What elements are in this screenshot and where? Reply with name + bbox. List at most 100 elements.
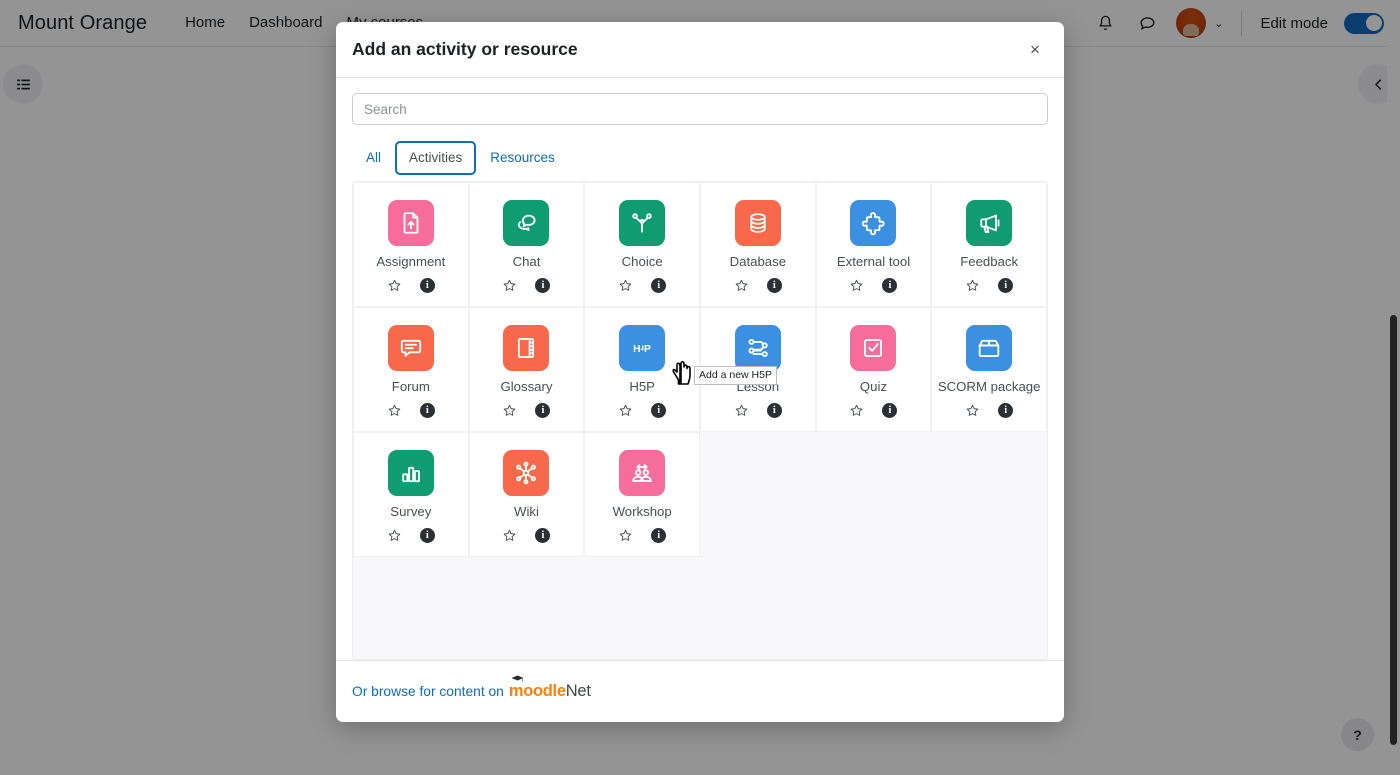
info-icon[interactable]: i bbox=[998, 402, 1014, 418]
tab-all[interactable]: All bbox=[352, 141, 395, 175]
activity-tile[interactable]: SCORM package i bbox=[931, 307, 1047, 432]
activity-tile-label: Quiz bbox=[859, 379, 888, 394]
activity-tile-actions: i bbox=[849, 402, 898, 418]
activity-tile-actions: i bbox=[965, 402, 1014, 418]
svg-text:H-P: H-P bbox=[633, 344, 651, 355]
star-icon[interactable] bbox=[502, 278, 517, 293]
activity-tile[interactable]: Wiki i bbox=[468, 432, 585, 557]
database-icon[interactable] bbox=[734, 200, 781, 246]
star-icon[interactable] bbox=[387, 528, 402, 543]
moodle-page: Mount Orange Home Dashboard My courses ⌄… bbox=[0, 0, 1400, 775]
star-icon[interactable] bbox=[965, 403, 980, 418]
tab-resources[interactable]: Resources bbox=[476, 141, 569, 175]
activity-tile-actions: i bbox=[965, 277, 1014, 293]
activity-tile[interactable]: Survey i bbox=[353, 432, 469, 557]
bar-chart-icon[interactable] bbox=[387, 450, 434, 496]
activity-tile[interactable]: Chat i bbox=[468, 182, 585, 307]
star-icon[interactable] bbox=[849, 278, 864, 293]
chat-icon[interactable] bbox=[503, 200, 550, 246]
activity-tile[interactable]: External tool i bbox=[815, 182, 932, 307]
choice-icon[interactable] bbox=[619, 200, 666, 246]
activity-tile-label: Glossary bbox=[500, 379, 553, 394]
activity-tile-actions: i bbox=[734, 402, 782, 418]
star-icon[interactable] bbox=[502, 528, 517, 543]
puzzle-icon[interactable] bbox=[850, 200, 897, 246]
activity-tile-actions: i bbox=[502, 277, 551, 293]
star-icon[interactable] bbox=[618, 403, 633, 418]
info-icon[interactable]: i bbox=[882, 277, 898, 293]
megaphone-icon[interactable] bbox=[966, 200, 1013, 246]
tooltip-add-new-h5p: Add a new H5P bbox=[694, 366, 777, 386]
activity-tile-label: Database bbox=[729, 254, 787, 269]
activity-tile[interactable]: Forum i bbox=[353, 307, 469, 432]
activity-tile-actions: i bbox=[387, 277, 435, 293]
star-icon[interactable] bbox=[734, 278, 749, 293]
assignment-icon[interactable] bbox=[387, 200, 434, 246]
activity-tile-actions: i bbox=[502, 527, 551, 543]
info-icon[interactable]: i bbox=[651, 527, 667, 543]
info-icon[interactable]: i bbox=[535, 527, 551, 543]
star-icon[interactable] bbox=[387, 278, 402, 293]
activity-tile-label: Choice bbox=[621, 254, 663, 269]
activity-tile-label: Feedback bbox=[960, 254, 1019, 269]
info-icon[interactable]: i bbox=[419, 527, 435, 543]
activity-tile[interactable]: Database i bbox=[699, 182, 816, 307]
moodlenet-logo: moodle Net bbox=[508, 675, 591, 701]
info-icon[interactable]: i bbox=[535, 277, 551, 293]
activity-tile-actions: i bbox=[849, 277, 898, 293]
star-icon[interactable] bbox=[849, 403, 864, 418]
activity-tile[interactable]: Assignment i bbox=[353, 182, 469, 307]
activity-tile-label: External tool bbox=[836, 254, 911, 269]
activity-tile[interactable]: Feedback i bbox=[931, 182, 1047, 307]
activity-tile[interactable]: Workshop i bbox=[584, 432, 700, 557]
star-icon[interactable] bbox=[387, 403, 402, 418]
activity-tile[interactable]: Choice i bbox=[584, 182, 700, 307]
book-icon[interactable] bbox=[503, 325, 550, 371]
activity-tile[interactable]: Glossary i bbox=[468, 307, 585, 432]
modal-tabs: All Activities Resources bbox=[352, 140, 1048, 175]
activity-tile-label: Chat bbox=[512, 254, 541, 269]
lesson-path-icon[interactable] bbox=[734, 325, 781, 371]
h5p-icon[interactable]: H-P bbox=[619, 325, 666, 371]
activity-tile-label: Assignment bbox=[376, 254, 446, 269]
info-icon[interactable]: i bbox=[651, 402, 667, 418]
star-icon[interactable] bbox=[965, 278, 980, 293]
star-icon[interactable] bbox=[618, 278, 633, 293]
activity-tile[interactable]: H-P H5P i bbox=[584, 307, 700, 432]
activity-tile-label: Forum bbox=[391, 379, 430, 394]
activity-tile-label: SCORM package bbox=[937, 379, 1041, 394]
modal-header: Add an activity or resource × bbox=[336, 22, 1064, 78]
activity-tile[interactable]: Quiz i bbox=[815, 307, 932, 432]
modal-footer: Or browse for content on moodle Net bbox=[336, 660, 1064, 722]
quiz-check-icon[interactable] bbox=[850, 325, 897, 371]
tab-activities[interactable]: Activities bbox=[395, 140, 477, 175]
moodlenet-brand-net: Net bbox=[565, 682, 591, 700]
page-title: Add an activity or resource bbox=[352, 39, 578, 59]
activity-tile-label: Wiki bbox=[514, 504, 539, 519]
info-icon[interactable]: i bbox=[535, 402, 551, 418]
moodlenet-browse-link[interactable]: Or browse for content on moodle Net bbox=[352, 675, 591, 701]
activity-tile-actions: i bbox=[618, 402, 667, 418]
info-icon[interactable]: i bbox=[651, 277, 667, 293]
star-icon[interactable] bbox=[618, 528, 633, 543]
activity-tile-actions: i bbox=[387, 527, 435, 543]
search-input[interactable] bbox=[352, 93, 1048, 125]
moodlenet-prefix-text: Or browse for content on bbox=[352, 684, 504, 699]
info-icon[interactable]: i bbox=[882, 402, 898, 418]
activity-grid-container: Assignment i Chat i Choice i Database i External… bbox=[352, 181, 1048, 660]
star-icon[interactable] bbox=[502, 403, 517, 418]
forum-icon[interactable] bbox=[387, 325, 434, 371]
info-icon[interactable]: i bbox=[766, 277, 782, 293]
package-box-icon[interactable] bbox=[966, 325, 1013, 371]
close-icon[interactable]: × bbox=[1022, 37, 1048, 63]
activity-tile-actions: i bbox=[618, 527, 667, 543]
info-icon[interactable]: i bbox=[998, 277, 1014, 293]
moodlenet-brand-moodle: moodle bbox=[508, 682, 566, 700]
workshop-peer-icon[interactable] bbox=[619, 450, 666, 496]
activity-tile-actions: i bbox=[734, 277, 782, 293]
info-icon[interactable]: i bbox=[419, 402, 435, 418]
network-nodes-icon[interactable] bbox=[503, 450, 550, 496]
info-icon[interactable]: i bbox=[419, 277, 435, 293]
star-icon[interactable] bbox=[734, 403, 749, 418]
info-icon[interactable]: i bbox=[766, 402, 782, 418]
